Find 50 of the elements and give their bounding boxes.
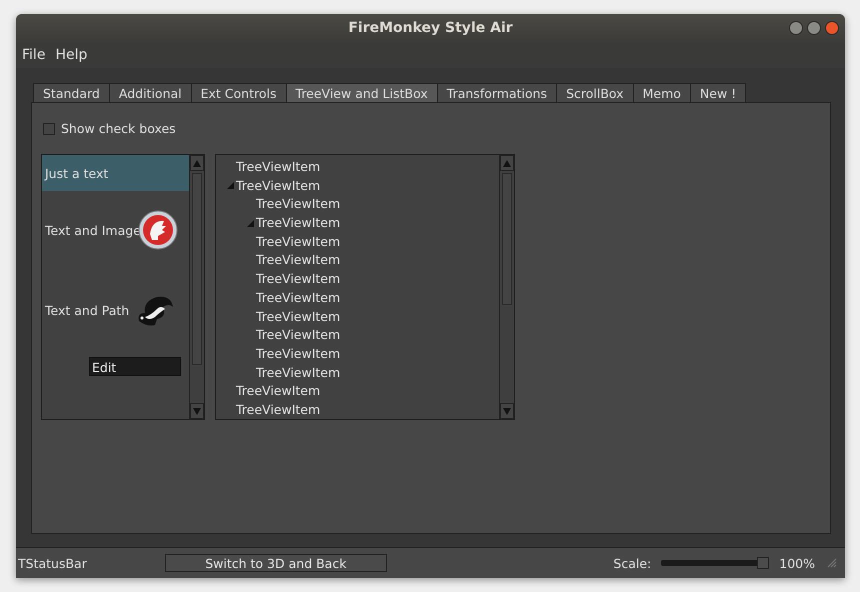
tab[interactable]: ScrollBox	[556, 83, 634, 102]
tree-item[interactable]: TreeViewItem	[256, 196, 340, 212]
tab[interactable]: Memo	[632, 83, 691, 102]
tree-item[interactable]: TreeViewItem	[256, 346, 340, 362]
tree-item[interactable]: TreeViewItem	[256, 234, 340, 249]
switch-3d-button[interactable]: Switch to 3D and Back	[164, 554, 387, 572]
tab[interactable]: TreeView and ListBox	[286, 83, 438, 102]
tree-item[interactable]: TreeViewItem	[236, 402, 320, 418]
tree-item[interactable]: TreeViewItem	[236, 178, 320, 193]
checkbox-label: Show check boxes	[61, 121, 176, 136]
scale-reading: 100%	[779, 556, 815, 570]
tree-item[interactable]: TreeViewItem	[256, 308, 340, 324]
tab[interactable]: Additional	[108, 83, 192, 102]
scroll-bar[interactable]	[499, 155, 514, 419]
tree-item[interactable]: TreeViewItem	[236, 158, 320, 174]
scale-label: Scale:	[613, 556, 652, 570]
close-button[interactable]	[825, 21, 839, 35]
list-item[interactable]: Just a text	[42, 155, 189, 191]
tab[interactable]: Transformations	[436, 83, 558, 102]
maximize-button[interactable]	[807, 21, 821, 35]
tree-item[interactable]: TreeViewItem	[256, 327, 340, 342]
tab[interactable]: Ext Controls	[190, 83, 287, 102]
expand-triangle-icon[interactable]	[226, 181, 236, 190]
menu-item[interactable]: Help	[55, 47, 88, 63]
tab[interactable]: New !	[690, 83, 746, 102]
up-arrow-icon[interactable]	[193, 160, 201, 166]
tab[interactable]: Standard	[33, 83, 110, 102]
edit-field[interactable]: Edit	[89, 356, 181, 376]
minimize-button[interactable]	[789, 21, 803, 35]
expand-triangle-icon[interactable]	[246, 218, 256, 227]
tree-item[interactable]: TreeViewItem	[256, 215, 340, 230]
resize-grip-icon[interactable]	[827, 558, 837, 568]
slider-thumb[interactable]	[757, 557, 770, 569]
window-title: FireMonkey Style Air	[348, 20, 513, 36]
scale-slider[interactable]	[661, 556, 770, 570]
helmet-logo-icon	[138, 210, 178, 250]
tree-item[interactable]: TreeViewItem	[256, 364, 340, 380]
list-item-text[interactable]: Text and Image	[45, 222, 141, 238]
tree-item[interactable]: TreeViewItem	[256, 290, 340, 305]
scroll-bar[interactable]	[189, 155, 204, 419]
down-arrow-icon[interactable]	[193, 408, 201, 414]
tree-item[interactable]: TreeViewItem	[256, 252, 340, 268]
checkbox[interactable]	[43, 122, 55, 134]
list-item-text[interactable]: Text and Path	[45, 302, 130, 318]
up-arrow-icon[interactable]	[503, 160, 511, 166]
down-arrow-icon[interactable]	[503, 408, 511, 414]
menu-item[interactable]: File	[22, 47, 46, 63]
status-text: TStatusBar	[18, 556, 87, 570]
tree-item[interactable]: TreeViewItem	[256, 271, 340, 286]
tree-item[interactable]: TreeViewItem	[236, 383, 320, 398]
